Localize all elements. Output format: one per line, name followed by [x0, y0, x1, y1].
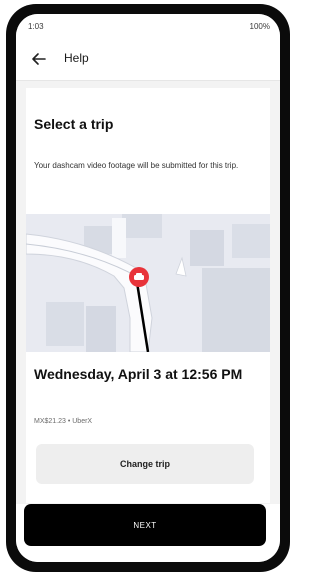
phone-frame: 1:03 100% Help Select a trip Your dashca… [6, 4, 290, 572]
change-trip-button[interactable]: Change trip [36, 444, 254, 484]
bottom-bar: NEXT [16, 504, 280, 562]
trip-datetime: Wednesday, April 3 at 12:56 PM [34, 366, 243, 382]
trip-details: MX$21.23 • UberX [34, 418, 93, 425]
next-button[interactable]: NEXT [24, 504, 266, 546]
status-indicators: 100% [249, 22, 270, 31]
trip-card: Select a trip Your dashcam video footage… [26, 88, 270, 503]
page-header-title: Help [64, 51, 89, 65]
trip-map [26, 214, 270, 353]
status-bar: 1:03 100% [16, 14, 280, 38]
arrow-left-icon[interactable] [30, 50, 48, 68]
car-location-pin-icon [129, 267, 149, 287]
screen: 1:03 100% Help Select a trip Your dashca… [16, 14, 280, 562]
app-bar: Help [16, 38, 280, 81]
description-text: Your dashcam video footage will be submi… [34, 161, 239, 170]
status-time: 1:03 [28, 22, 44, 31]
page-title: Select a trip [34, 116, 114, 132]
